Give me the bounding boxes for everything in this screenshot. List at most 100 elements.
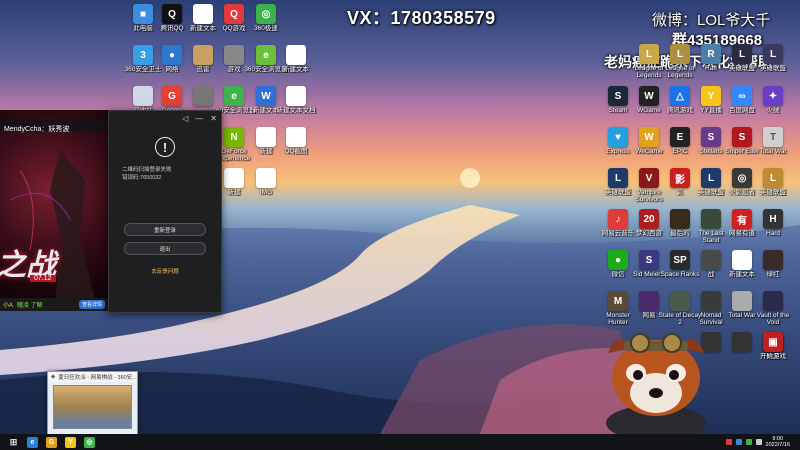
left-desktop-icon[interactable]: IMG [244,168,288,196]
app-icon: S [639,250,659,270]
app-icon [701,209,721,229]
app-icon: ▣ [763,332,783,352]
player-name: MendyCcha：妖秀波 [4,126,70,133]
right-desktop-icon[interactable]: H Hard [751,209,795,237]
app-icon: ● [162,45,182,65]
app-icon: SP [670,250,690,270]
right-desktop-icon[interactable]: ✦ 火绒 [751,86,795,114]
app-icon: T [763,127,783,147]
app-icon: L [763,44,783,64]
taskbar-app-yy-icon[interactable]: Y [65,436,76,448]
app-icon [763,291,783,311]
preview-thumbnail [53,385,132,429]
app-icon [286,127,306,147]
desktop-icon-label: IMG [259,189,273,196]
app-icon [286,45,306,65]
right-desktop-icon[interactable]: L 英雄联盟 [751,168,795,196]
app-icon [256,168,276,188]
app-icon: S [608,86,628,106]
desktop-icon-label: 英雄联盟 [760,65,786,72]
app-icon: R [701,44,721,64]
app-icon: e [256,45,276,65]
tray-360-icon[interactable] [745,439,752,445]
app-icon: △ [670,86,690,106]
app-icon: Y [701,86,721,106]
app-icon [701,291,721,311]
taskbar-app-360-icon[interactable]: ◎ [84,436,95,448]
dialog-titlebar: ◁ — ✕ [109,111,221,125]
app-icon: 20 [639,209,659,229]
taskbar-app-edge-icon[interactable]: e [27,436,38,448]
taskbar-apps: e G Y ◎ [19,436,95,448]
preview-app-icon: ◆ [51,374,56,380]
app-icon [286,86,306,106]
app-icon [670,291,690,311]
app-icon: ∞ [732,86,752,106]
left-desktop-icon[interactable]: 新建文本文档 [274,86,318,114]
relogin-button[interactable]: 重新登录 [124,223,206,236]
right-desktop-icon[interactable]: Vault of the Void [751,291,795,326]
tray-volume-icon[interactable] [755,439,762,445]
app-icon: S [701,127,721,147]
app-icon: W [639,86,659,106]
right-desktop-icon[interactable]: L 英雄联盟 [751,44,795,72]
desktop-icon-label: 开始游戏 [760,353,786,360]
app-icon: L [701,168,721,188]
desktop-icon-label: 新建文本文档 [276,107,316,114]
right-desktop-icon[interactable]: 绿红 [751,250,795,278]
sound-icon[interactable]: ◁ [182,114,188,123]
app-icon: S [732,127,752,147]
taskbar-clock[interactable]: 9:00 2022/7/16 [766,436,790,449]
app-icon: L [608,168,628,188]
app-icon [670,209,690,229]
app-icon [732,250,752,270]
desktop-icon-label: 绿红 [766,271,780,278]
app-icon: V [639,168,659,188]
clock-date: 2022/7/16 [765,442,790,448]
right-desktop-icon[interactable]: ▣ 开始游戏 [751,332,795,360]
right-desktop-icon[interactable]: T Total War [751,127,795,155]
view-details-button[interactable]: 查看详情 [78,300,105,309]
app-icon: L [639,44,659,64]
banner-footer-mid: 瞳凌 了解 [17,303,43,309]
taskbar: ⊞ e G Y ◎ 9:00 2022/7/16 [0,434,800,450]
preview-caption: ◆ 夏日狂欢派 - 网易棋战 - 360安... [48,372,137,382]
app-icon: L [732,44,752,64]
app-icon: e [224,86,244,106]
feedback-link[interactable]: 去反馈问题 [109,267,221,275]
error-message-line1: 二维码扫描登录失败 [122,167,172,173]
wechat-contact-overlay: VX：1780358579 [347,8,496,28]
game-promo-banner[interactable]: MendyCcha：妖秀波 之战 07.12 小A 瞳凌 了解 查看详情 [0,110,108,311]
minimize-button[interactable]: — [195,114,203,123]
banner-footer: 小A 瞳凌 了解 查看详情 [0,298,108,311]
app-icon: E [670,127,690,147]
app-icon: L [763,168,783,188]
left-desktop-icon[interactable]: QQ截图 [274,127,318,155]
app-icon [193,4,213,24]
app-icon: 有 [732,209,752,229]
app-icon: W [256,86,276,106]
taskbar-app-wegame-icon[interactable]: G [46,436,57,448]
banner-date-badge: 07.12 [30,275,56,282]
app-icon: W [639,127,659,147]
app-icon: Q [162,4,182,24]
app-icon [256,127,276,147]
app-icon: H [763,209,783,229]
windows-start-icon[interactable]: ⊞ [8,437,19,448]
desktop-icon-label: 英雄联盟 [760,189,786,196]
close-button[interactable]: ✕ [210,114,217,123]
left-desktop-icon[interactable]: ◎ 360极速 [244,4,288,32]
app-icon: 影 [670,168,690,188]
exit-button[interactable]: 退出 [124,242,206,255]
left-desktop-icon[interactable]: 新建文本 [274,45,318,73]
app-icon: ♪ [608,209,628,229]
taskbar-window-preview[interactable]: ◆ 夏日狂欢派 - 网易棋战 - 360安... [47,371,138,435]
tray-antivirus-icon[interactable] [725,439,732,445]
alert-icon: ! [155,137,175,157]
preview-title: 夏日狂欢派 - 网易棋战 - 360安... [58,375,137,381]
error-code: 错误码:7650032 [122,174,162,181]
app-icon [732,291,752,311]
desktop-icon-label: 火绒 [766,107,780,114]
banner-footer-left: 小A [3,303,14,309]
tray-network-icon[interactable] [735,439,742,445]
